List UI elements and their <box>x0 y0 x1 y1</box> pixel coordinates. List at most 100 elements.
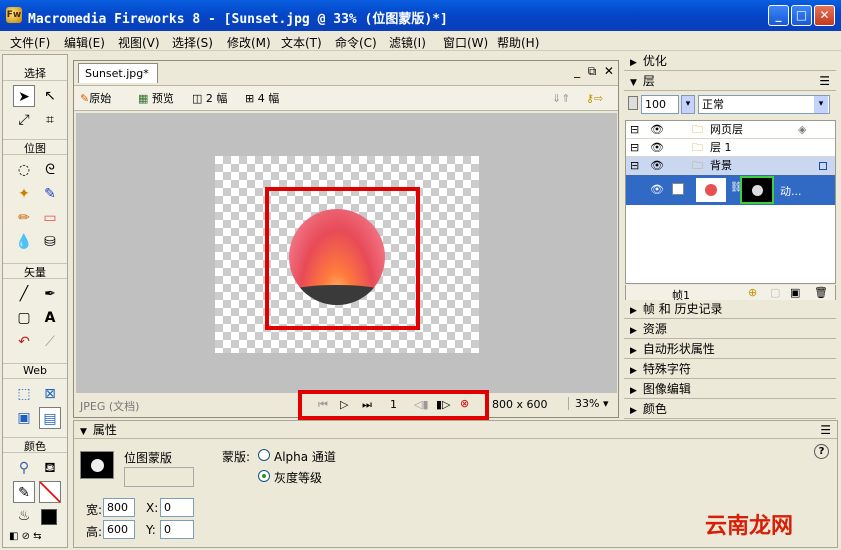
eye-icon[interactable]: 👁 <box>650 183 664 196</box>
fill-color-icon[interactable]: ♨ <box>13 505 35 527</box>
collapse-toggle-icon[interactable]: ⊟ <box>630 121 639 139</box>
collapse-icon: ▼ <box>80 427 87 437</box>
two-up-tab[interactable]: ◫ 2 幅 <box>192 90 227 108</box>
object-row[interactable]: 👁 ⛓ 动... <box>626 175 835 205</box>
menu-select[interactable]: 选择(S) <box>172 34 213 51</box>
text-tool-icon[interactable]: A <box>39 307 61 329</box>
eraser-tool-icon[interactable]: ▭ <box>39 207 61 229</box>
zoom-dropdown[interactable]: 33% ▾ <box>568 397 608 410</box>
next-frame-icon[interactable]: ▮▷ <box>436 398 451 411</box>
brush-tool-icon[interactable]: ✎ <box>39 183 61 205</box>
document-tab[interactable]: Sunset.jpg* <box>78 63 158 83</box>
crop-tool-icon[interactable]: ⌗ <box>39 109 61 131</box>
lock-toggle-icon[interactable] <box>672 183 684 195</box>
hotspot-tool-icon[interactable]: ⬚ <box>13 383 35 405</box>
menu-view[interactable]: 视图(V) <box>118 34 160 51</box>
stop-icon[interactable]: ⊗ <box>460 397 469 410</box>
panel-label: 资源 <box>642 322 667 336</box>
fill-color-swatch[interactable] <box>41 509 57 525</box>
magic-wand-icon[interactable]: ✦ <box>13 183 35 205</box>
opacity-dropdown-icon[interactable]: ▾ <box>681 95 695 114</box>
colors-panel-header[interactable]: ▶ 颜色 <box>624 400 836 419</box>
menu-modify[interactable]: 修改(M) <box>227 34 271 51</box>
panel-options-icon[interactable]: ☰ <box>820 421 831 439</box>
height-field[interactable]: 600 <box>103 520 135 539</box>
original-view-tab[interactable]: ✎原始 <box>80 90 111 108</box>
trash-icon[interactable]: 🗑 <box>814 286 828 299</box>
menu-commands[interactable]: 命令(C) <box>335 34 377 51</box>
stroke-color-swatch[interactable] <box>39 481 61 503</box>
paint-bucket-icon[interactable]: ⛾ <box>39 457 61 479</box>
auto-shape-panel-header[interactable]: ▶ 自动形状属性 <box>624 340 836 359</box>
alpha-channel-radio[interactable] <box>258 449 270 461</box>
first-frame-icon[interactable]: ⏮ <box>318 398 328 412</box>
knife-tool-icon[interactable]: ⟋ <box>39 331 61 353</box>
maximize-button[interactable]: □ <box>791 5 812 26</box>
pen-tool-icon[interactable]: ✒ <box>39 283 61 305</box>
document-window-controls[interactable]: _ ⧉ ✕ <box>574 64 614 79</box>
stroke-color-icon[interactable]: ✎ <box>13 481 35 503</box>
help-icon[interactable]: ? <box>814 444 829 459</box>
width-field[interactable]: 800 <box>103 498 135 517</box>
lasso-tool-icon[interactable]: ᘓ <box>39 159 61 181</box>
play-icon[interactable]: ▷ <box>340 398 348 411</box>
slice-tool-icon[interactable]: ⊠ <box>39 383 61 405</box>
properties-header[interactable]: ▼ 属性 ☰ <box>74 421 837 439</box>
menu-filters[interactable]: 滤镜(I) <box>389 34 426 51</box>
eye-icon[interactable]: 👁 <box>650 139 664 157</box>
last-frame-icon[interactable]: ⏭ <box>362 398 372 412</box>
subselection-tool-icon[interactable]: ↖ <box>39 85 61 107</box>
minimize-button[interactable]: _ <box>768 5 789 26</box>
layer-row[interactable]: ⊟ 👁 🗀 背景 <box>626 157 835 175</box>
color-reset-icon[interactable]: ◧ ⊘ ⇆ <box>9 531 42 542</box>
eye-icon[interactable]: 👁 <box>650 121 664 139</box>
menu-edit[interactable]: 编辑(E) <box>64 34 105 51</box>
eyedropper-tool-icon[interactable]: ⚲ <box>13 457 35 479</box>
y-field[interactable]: 0 <box>160 520 194 539</box>
quick-export-icon[interactable]: ⚷⇨ <box>586 90 603 108</box>
assets-panel-header[interactable]: ▶ 资源 <box>624 320 836 339</box>
mask-thumbnail[interactable] <box>740 176 774 204</box>
collapse-toggle-icon[interactable]: ⊟ <box>630 157 639 175</box>
preview-tab[interactable]: ▦ 预览 <box>138 90 174 108</box>
pointer-tool-icon[interactable]: ➤ <box>13 85 35 107</box>
grayscale-radio[interactable] <box>258 470 270 482</box>
new-layer-icon[interactable]: ▣ <box>790 286 800 299</box>
collapse-toggle-icon[interactable]: ⊟ <box>630 139 639 157</box>
optimize-panel-header[interactable]: ▶ 优化 <box>624 52 836 71</box>
export-icon[interactable]: ⇓⇑ <box>552 90 570 108</box>
menu-help[interactable]: 帮助(H) <box>497 34 539 51</box>
layers-panel-header[interactable]: ▼ 层 ☰ <box>624 72 836 91</box>
menu-text[interactable]: 文本(T) <box>281 34 322 51</box>
layer-row[interactable]: ⊟ 👁 🗀 层 1 <box>626 139 835 157</box>
menu-file[interactable]: 文件(F) <box>10 34 50 51</box>
panel-options-icon[interactable]: ☰ <box>819 72 830 91</box>
object-name-field[interactable] <box>124 467 194 487</box>
pencil-tool-icon[interactable]: ✏ <box>13 207 35 229</box>
opacity-field[interactable]: 100 <box>641 95 679 114</box>
hide-slices-icon[interactable]: ▣ <box>13 407 35 429</box>
scale-tool-icon[interactable]: ⤢ <box>13 109 35 131</box>
blur-tool-icon[interactable]: 💧 <box>13 231 35 253</box>
image-edit-panel-header[interactable]: ▶ 图像编辑 <box>624 380 836 399</box>
x-field[interactable]: 0 <box>160 498 194 517</box>
layer-row[interactable]: ⊟ 👁 🗀 网页层 ◈ <box>626 121 835 139</box>
rubber-stamp-icon[interactable]: ⛁ <box>39 231 61 253</box>
new-subfolder-icon[interactable]: ⊕ <box>748 286 757 299</box>
add-mask-icon[interactable]: ▢ <box>770 286 780 299</box>
menu-window[interactable]: 窗口(W) <box>443 34 488 51</box>
special-characters-panel-header[interactable]: ▶ 特殊字符 <box>624 360 836 379</box>
show-slices-icon[interactable]: ▤ <box>39 407 61 429</box>
blend-mode-select[interactable]: 正常 ▾ <box>698 95 830 114</box>
previous-frame-icon[interactable]: ◁▮ <box>414 398 429 411</box>
panel-label: 自动形状属性 <box>642 342 715 356</box>
close-button[interactable]: ✕ <box>814 5 835 26</box>
frames-history-panel-header[interactable]: ▶ 帧 和 历史记录 <box>624 300 836 319</box>
four-up-tab[interactable]: ⊞ 4 幅 <box>245 90 279 108</box>
rectangle-tool-icon[interactable]: ▢ <box>13 307 35 329</box>
marquee-tool-icon[interactable]: ◌ <box>13 159 35 181</box>
line-tool-icon[interactable]: ╱ <box>13 283 35 305</box>
eye-icon[interactable]: 👁 <box>650 157 664 175</box>
freeform-tool-icon[interactable]: ↶ <box>13 331 35 353</box>
document-canvas[interactable] <box>215 156 479 353</box>
